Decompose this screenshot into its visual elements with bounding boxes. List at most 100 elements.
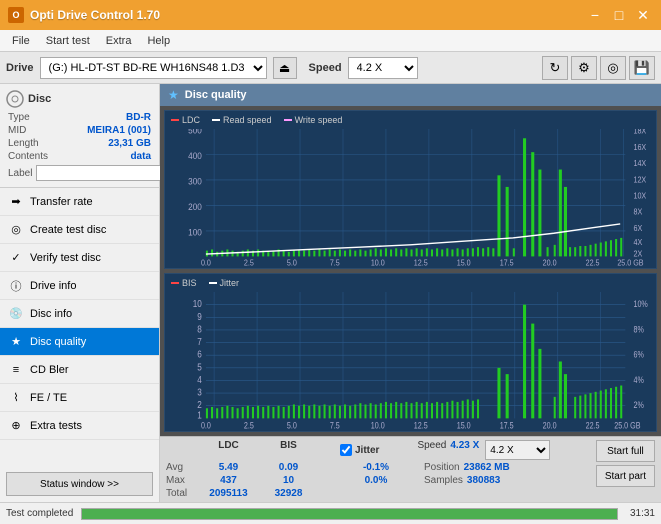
jitter-checkbox[interactable] (340, 444, 352, 456)
start-part-button[interactable]: Start part (596, 465, 655, 487)
legend-jitter-color (209, 282, 217, 284)
sidebar-item-extra-tests[interactable]: ⊕ Extra tests (0, 412, 159, 440)
speed-stat-label: Speed (417, 440, 446, 460)
disc-header-label: Disc (28, 93, 51, 105)
sidebar-item-disc-quality[interactable]: ★ Disc quality (0, 328, 159, 356)
svg-text:25.0 GB: 25.0 GB (617, 258, 643, 268)
settings-button[interactable]: ⚙ (571, 56, 597, 80)
jitter-checkbox-row: Jitter (340, 440, 379, 460)
svg-text:4: 4 (197, 374, 202, 385)
stats-avg-bis: 0.09 (261, 462, 316, 473)
content-title: Disc quality (185, 89, 247, 101)
sidebar: Disc Type BD-R MID MEIRA1 (001) Length 2… (0, 84, 160, 502)
svg-text:200: 200 (188, 202, 202, 213)
verify-icon: ✓ (8, 250, 24, 266)
maximize-button[interactable]: □ (609, 6, 629, 24)
disc-quality-icon: ★ (8, 334, 24, 350)
speed-select[interactable]: 4.2 X (348, 57, 418, 79)
svg-text:20.0: 20.0 (543, 421, 557, 431)
menu-help[interactable]: Help (139, 33, 178, 49)
speed-label: Speed (309, 62, 342, 74)
disc-contents-label: Contents (8, 151, 48, 162)
content-header: ★ Disc quality (160, 84, 661, 106)
chart-bis-inner: 10 9 8 7 6 5 4 3 2 1 10% 8% 6% (165, 292, 656, 431)
svg-text:8X: 8X (633, 207, 642, 217)
menu-file[interactable]: File (4, 33, 38, 49)
stats-avg-label: Avg (166, 462, 196, 473)
position-label: Position (424, 462, 460, 473)
sidebar-item-verify-test-disc[interactable]: ✓ Verify test disc (0, 244, 159, 272)
close-button[interactable]: ✕ (633, 6, 653, 24)
stats-bar: LDC BIS Jitter Speed 4.23 X 4.2 X (160, 436, 661, 502)
legend-readspeed: Read speed (212, 115, 272, 125)
svg-text:3: 3 (197, 387, 202, 398)
statusbar: Test completed 31:31 (0, 502, 661, 524)
chart-bis-legend: BIS Jitter (165, 274, 656, 292)
create-test-icon: ◎ (8, 222, 24, 238)
disc-length-value: 23,31 GB (108, 138, 151, 149)
disc-length-label: Length (8, 138, 39, 149)
svg-text:400: 400 (188, 151, 202, 162)
progress-bar-fill (82, 509, 617, 519)
svg-text:10X: 10X (633, 191, 646, 201)
svg-text:0.0: 0.0 (201, 421, 211, 431)
nav-items: ➡ Transfer rate ◎ Create test disc ✓ Ver… (0, 188, 159, 466)
menubar: File Start test Extra Help (0, 30, 661, 52)
svg-text:17.5: 17.5 (500, 258, 514, 268)
svg-text:14X: 14X (633, 159, 646, 169)
svg-text:500: 500 (188, 129, 202, 136)
sidebar-item-transfer-rate[interactable]: ➡ Transfer rate (0, 188, 159, 216)
svg-text:5: 5 (197, 362, 202, 373)
legend-bis: BIS (171, 278, 197, 288)
action-buttons: Start full Start part (596, 440, 655, 487)
menu-start-test[interactable]: Start test (38, 33, 98, 49)
start-full-button[interactable]: Start full (596, 440, 655, 462)
minimize-button[interactable]: − (585, 6, 605, 24)
sidebar-item-drive-info[interactable]: ⓘ Drive info (0, 272, 159, 300)
chart-bis-svg: 10 9 8 7 6 5 4 3 2 1 10% 8% 6% (165, 292, 656, 431)
disc-label-input[interactable] (36, 165, 170, 181)
disc-type-label: Type (8, 112, 30, 123)
stats-max-bis: 10 (261, 475, 316, 486)
svg-text:4X: 4X (633, 237, 642, 247)
menu-extra[interactable]: Extra (98, 33, 140, 49)
legend-writespeed-color (284, 119, 292, 121)
sidebar-item-label-disc-info: Disc info (30, 308, 72, 320)
legend-jitter: Jitter (209, 278, 240, 288)
disc-mid-value: MEIRA1 (001) (87, 125, 151, 136)
disc-contents-value: data (130, 151, 151, 162)
stats-avg-ldc: 5.49 (196, 462, 261, 473)
refresh-button[interactable]: ↻ (542, 56, 568, 80)
sidebar-item-create-test-disc[interactable]: ◎ Create test disc (0, 216, 159, 244)
stats-total-ldc: 2095113 (196, 488, 261, 499)
status-window-button[interactable]: Status window >> (6, 472, 153, 496)
svg-text:22.5: 22.5 (586, 258, 600, 268)
svg-text:7.5: 7.5 (330, 421, 340, 431)
svg-text:12X: 12X (633, 175, 646, 185)
speed-stat-select[interactable]: 4.2 X (485, 440, 550, 460)
legend-ldc: LDC (171, 115, 200, 125)
app-title: Opti Drive Control 1.70 (30, 8, 160, 22)
svg-text:5.0: 5.0 (287, 258, 297, 268)
sidebar-item-label-disc-quality: Disc quality (30, 336, 86, 348)
svg-text:10%: 10% (633, 299, 647, 309)
stats-max-jitter: 0.0% (336, 475, 416, 486)
svg-text:2.5: 2.5 (244, 421, 254, 431)
sidebar-item-fe-te[interactable]: ⌇ FE / TE (0, 384, 159, 412)
sidebar-item-cd-bler[interactable]: ≡ CD Bler (0, 356, 159, 384)
disc-button[interactable]: ◎ (600, 56, 626, 80)
save-button[interactable]: 💾 (629, 56, 655, 80)
sidebar-item-label-cd-bler: CD Bler (30, 364, 69, 376)
stats-max-row: Max 437 10 0.0% Samples 380883 (166, 475, 550, 486)
disc-mid-label: MID (8, 125, 26, 136)
disc-header-icon (6, 90, 24, 108)
sidebar-item-disc-info[interactable]: 💿 Disc info (0, 300, 159, 328)
eject-button[interactable]: ⏏ (273, 57, 297, 79)
chart-bis: BIS Jitter (164, 273, 657, 432)
stats-max-ldc: 437 (196, 475, 261, 486)
sidebar-item-label-transfer-rate: Transfer rate (30, 196, 93, 208)
drive-select[interactable]: (G:) HL-DT-ST BD-RE WH16NS48 1.D3 (40, 57, 267, 79)
disc-label-row: Label ✎ (6, 165, 153, 181)
stats-header-ldc: LDC (196, 440, 261, 460)
svg-text:300: 300 (188, 176, 202, 187)
